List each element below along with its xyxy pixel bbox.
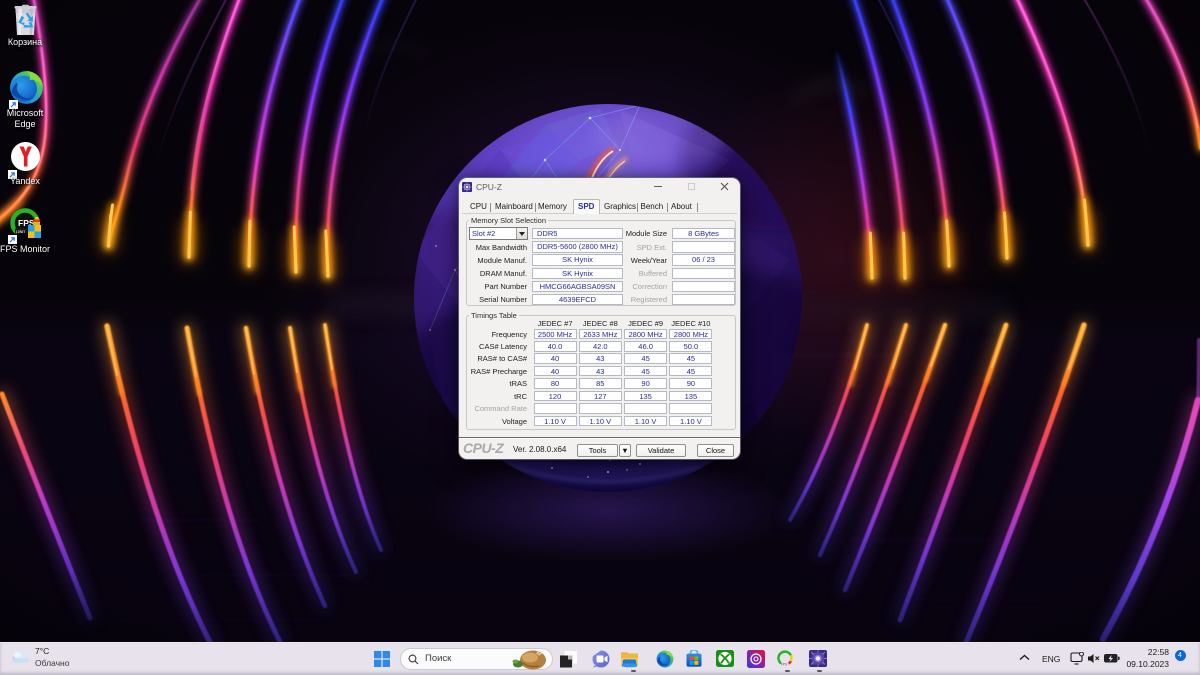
svg-text:10NIT: 10NIT (16, 230, 27, 234)
svg-text:FPS: FPS (781, 662, 788, 666)
